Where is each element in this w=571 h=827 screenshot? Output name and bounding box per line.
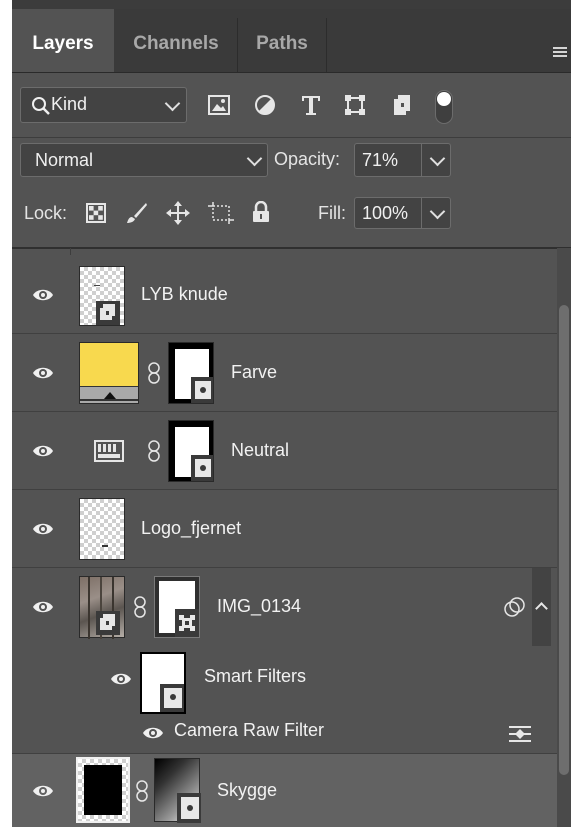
layer-name[interactable]: Neutral: [231, 440, 289, 461]
blend-mode-value: Normal: [35, 150, 94, 170]
panel-top-edge: [12, 0, 571, 9]
opacity-value: 71%: [362, 150, 399, 170]
tab-separator: [326, 18, 327, 72]
scrollbar-thumb[interactable]: [559, 305, 569, 775]
chevron-down-icon: [164, 95, 181, 112]
smart-object-filter-icon[interactable]: [392, 94, 412, 116]
layers-list: LYB knude Farve Neutral Logo_fjernet IMG…: [12, 248, 571, 827]
mask-link-icon[interactable]: [135, 780, 149, 802]
chevron-down-icon: [429, 150, 446, 167]
layer-row[interactable]: Neutral: [12, 412, 571, 490]
expand-collapse-toggle[interactable]: [532, 568, 551, 646]
mask-link-icon[interactable]: [133, 596, 147, 618]
layer-name[interactable]: LYB knude: [141, 284, 228, 305]
layer-row[interactable]: Farve: [12, 334, 571, 412]
chevron-up-icon: [535, 602, 548, 615]
smart-filters-indicator-icon[interactable]: [503, 596, 527, 618]
visibility-eye-icon[interactable]: [32, 440, 54, 462]
tab-layers[interactable]: Layers: [12, 9, 114, 72]
mask-link-icon[interactable]: [147, 362, 161, 384]
chevron-down-icon: [246, 150, 263, 167]
layer-mask-thumbnail[interactable]: [168, 342, 214, 404]
artboard-lock-icon[interactable]: [208, 202, 234, 224]
lock-row: Lock: Fill: 100%: [12, 188, 571, 238]
smart-filters-mask-thumbnail[interactable]: [140, 652, 186, 714]
move-icon[interactable]: [166, 201, 190, 225]
lock-label: Lock:: [24, 203, 68, 223]
filter-kind-label: Kind: [51, 94, 88, 114]
layer-mask-thumbnail[interactable]: [168, 420, 214, 482]
layer-thumbnail[interactable]: [79, 498, 125, 560]
chevron-down-icon: [429, 203, 446, 220]
layer-name[interactable]: Farve: [231, 362, 277, 383]
filter-blending-options-icon[interactable]: [508, 724, 532, 744]
layer-name[interactable]: Skygge: [217, 780, 277, 801]
opacity-label: Opacity:: [274, 149, 341, 169]
fill-value: 100%: [362, 203, 409, 223]
layer-thumbnail[interactable]: [79, 266, 125, 326]
layer-thumbnail[interactable]: [76, 757, 130, 823]
smart-filters-label[interactable]: Smart Filters: [204, 666, 306, 687]
shape-filter-icon[interactable]: [344, 94, 366, 116]
tab-paths[interactable]: Paths: [238, 9, 326, 72]
filter-kind-select[interactable]: Kind: [20, 87, 187, 123]
fill-label: Fill:: [318, 203, 346, 223]
panel-tab-bar: Layers Channels Paths: [12, 9, 571, 73]
layer-name[interactable]: Logo_fjernet: [141, 518, 241, 539]
smart-object-badge-icon: [96, 611, 120, 635]
smart-object-badge-icon: [96, 301, 120, 325]
adjustment-filter-icon[interactable]: [254, 94, 276, 116]
layers-panel: Layers Channels Paths Kind Normal Opacit…: [12, 0, 571, 827]
photo-thumbnail[interactable]: [79, 576, 125, 639]
visibility-eye-icon[interactable]: [32, 518, 54, 540]
layer-row-selected[interactable]: Skygge: [12, 754, 571, 827]
visibility-eye-icon[interactable]: [32, 596, 54, 618]
visibility-eye-icon[interactable]: [110, 668, 132, 690]
levels-adjustment-icon[interactable]: [94, 440, 124, 462]
mask-link-icon[interactable]: [147, 440, 161, 462]
filter-mask-icon: [179, 615, 195, 631]
filter-row: Kind: [12, 73, 571, 137]
visibility-eye-icon[interactable]: [142, 722, 164, 744]
layer-row[interactable]: Logo_fjernet: [12, 490, 571, 568]
opacity-field[interactable]: 71%: [354, 143, 451, 177]
visibility-eye-icon[interactable]: [32, 362, 54, 384]
blend-row: Normal Opacity: 71%: [12, 138, 571, 188]
filter-toggle-switch[interactable]: [435, 90, 453, 124]
visibility-eye-icon[interactable]: [32, 284, 54, 306]
layer-row[interactable]: LYB knude: [12, 256, 571, 334]
layer-mask-thumbnail[interactable]: [154, 758, 201, 823]
blend-mode-select[interactable]: Normal: [20, 143, 268, 177]
type-filter-icon[interactable]: [300, 94, 322, 116]
image-filter-icon[interactable]: [208, 95, 230, 115]
lock-transparent-pixels-icon[interactable]: [86, 203, 106, 223]
tab-channels[interactable]: Channels: [115, 9, 237, 72]
filter-name[interactable]: Camera Raw Filter: [174, 720, 324, 741]
color-fill-thumbnail[interactable]: [79, 342, 139, 404]
fill-field[interactable]: 100%: [354, 197, 451, 229]
panel-menu-icon[interactable]: [553, 47, 567, 59]
search-icon: [32, 97, 50, 115]
brush-icon[interactable]: [126, 202, 148, 224]
layer-row-group[interactable]: IMG_0134 Smart Filters Camera Raw Filter: [12, 568, 571, 754]
lock-icon[interactable]: [252, 201, 270, 223]
layer-name[interactable]: IMG_0134: [217, 596, 301, 617]
filter-mask-thumbnail[interactable]: [154, 576, 200, 638]
visibility-eye-icon[interactable]: [32, 780, 54, 802]
